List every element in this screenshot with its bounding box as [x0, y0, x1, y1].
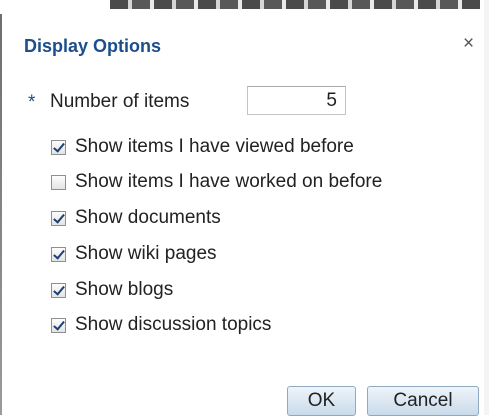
option-label: Show items I have worked on before [75, 171, 383, 192]
background-page-fragment [0, 0, 489, 14]
dialog-title: Display Options [24, 36, 162, 56]
background-page-content [110, 0, 480, 9]
checkbox-unchecked-icon[interactable] [51, 174, 66, 190]
close-icon[interactable]: × [463, 34, 474, 54]
option-show-documents[interactable]: Show documents [51, 205, 221, 231]
option-viewed-before[interactable]: Show items I have viewed before [51, 134, 354, 160]
number-of-items-label: Number of items [50, 91, 190, 112]
option-label: Show wiki pages [75, 243, 217, 264]
left-edge-shadow [0, 14, 2, 415]
option-show-wiki-pages[interactable]: Show wiki pages [51, 241, 217, 267]
cancel-button[interactable]: Cancel [367, 386, 479, 416]
option-label: Show blogs [75, 279, 174, 300]
option-show-discussion-topics[interactable]: Show discussion topics [51, 312, 271, 338]
checkbox-checked-icon[interactable] [51, 139, 66, 155]
checkbox-checked-icon[interactable] [51, 317, 66, 333]
display-options-dialog: Display Options × * Number of items Show… [3, 14, 483, 416]
checkbox-checked-icon[interactable] [51, 282, 66, 298]
right-edge-background [484, 0, 489, 415]
option-show-blogs[interactable]: Show blogs [51, 277, 173, 303]
option-label: Show documents [75, 207, 221, 228]
required-indicator: * [28, 92, 36, 113]
option-label: Show discussion topics [75, 314, 272, 335]
option-worked-on-before[interactable]: Show items I have worked on before [51, 169, 382, 195]
checkbox-checked-icon[interactable] [51, 210, 66, 226]
ok-button[interactable]: OK [287, 386, 356, 416]
option-label: Show items I have viewed before [75, 136, 354, 157]
number-of-items-input[interactable] [247, 86, 346, 115]
checkbox-checked-icon[interactable] [51, 246, 66, 262]
